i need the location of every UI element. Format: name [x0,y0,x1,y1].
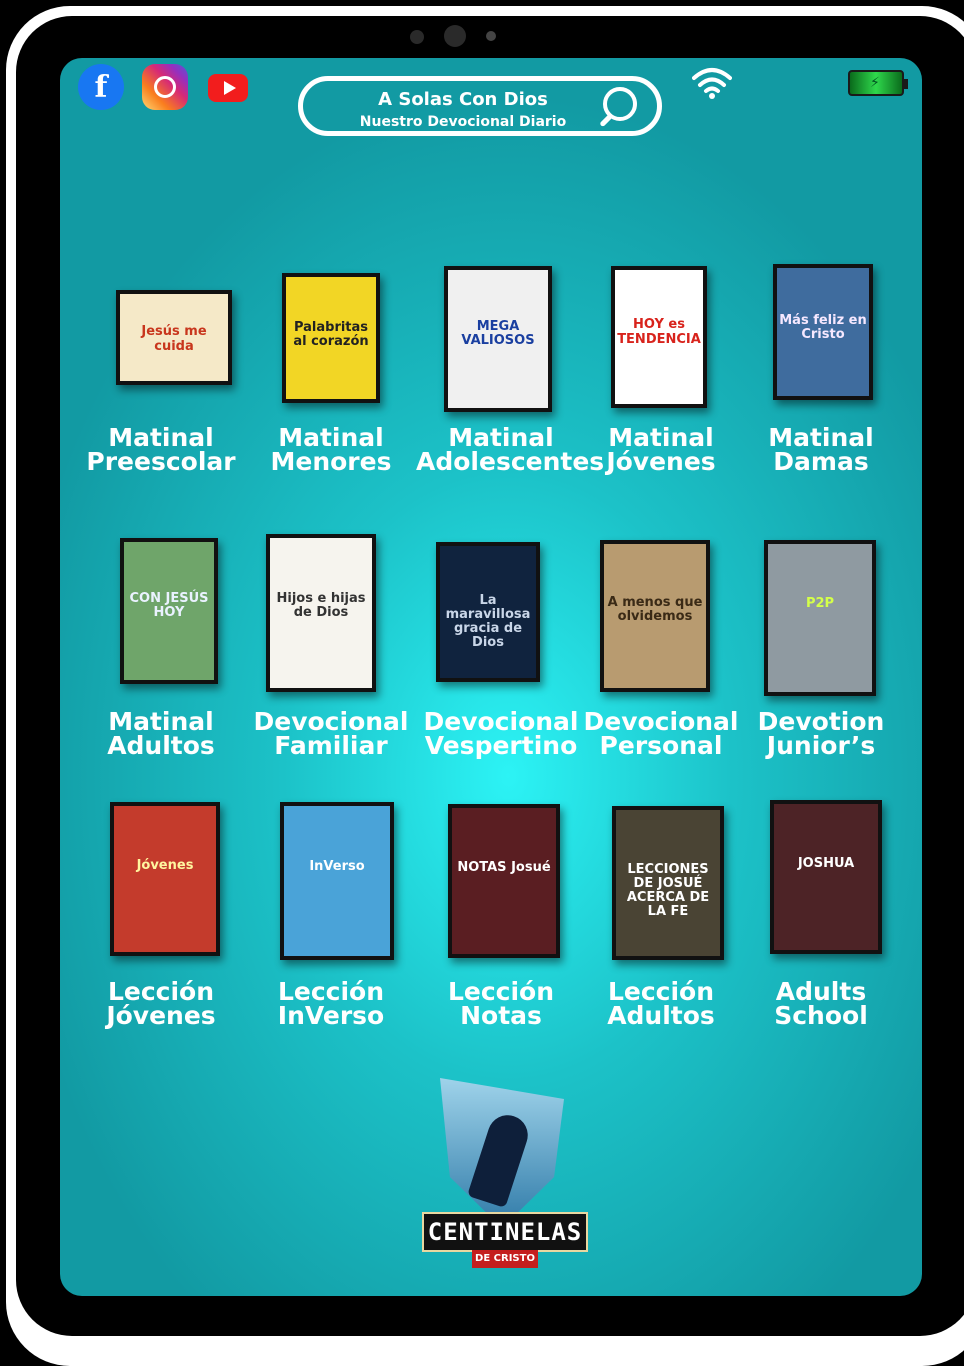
book-cover-title: NOTAS Josué [457,859,551,875]
book-label[interactable]: Devocional Personal [576,709,746,758]
book-label[interactable]: Matinal Jóvenes [576,425,746,474]
book-cover-title: La maravillosa gracia de Dios [445,592,531,651]
search-title: A Solas Con Dios [378,89,548,110]
youtube-icon[interactable] [208,74,248,102]
book-cover[interactable]: JOSHUA [770,800,882,954]
top-bar: f A Solas Con Dios Nuestro Devocional Di… [60,58,922,148]
book-cover[interactable]: A menos que olvidemos [600,540,710,692]
wifi-icon [692,68,732,99]
book-cover-title: LECCIONES DE JOSUÉ ACERCA DE LA FE [626,861,710,920]
book-label[interactable]: Devocional Vespertino [416,709,586,758]
book-label[interactable]: Adults School [736,979,906,1028]
book-cover[interactable]: Hijos e hijas de Dios [266,534,376,692]
book-cover-title: Jesús me cuida [141,324,207,354]
book-cover-title: JOSHUA [797,855,855,871]
camera-dot [410,30,424,44]
book-cover[interactable]: HOY es TENDENCIA [611,266,707,408]
logo-name: CENTINELAS [422,1212,588,1252]
book-label[interactable]: Devocional Familiar [246,709,416,758]
book-cover-title: P2P [805,596,835,612]
book-cover-title: CON JESÚS HOY [129,590,209,620]
book-label[interactable]: Lección Adultos [576,979,746,1028]
search-icon[interactable] [603,87,637,121]
book-cover-title: Hijos e hijas de Dios [276,591,366,621]
book-cover[interactable]: Jóvenes [110,802,220,956]
centinelas-logo: CENTINELAS DE CRISTO [422,1078,588,1268]
search-bar[interactable]: A Solas Con Dios Nuestro Devocional Diar… [298,76,662,136]
sensor-dot [486,31,496,41]
book-cover-title: Jóvenes [136,857,194,873]
book-cover[interactable]: NOTAS Josué [448,804,560,958]
book-cover[interactable]: LECCIONES DE JOSUÉ ACERCA DE LA FE [612,806,724,960]
search-subtitle: Nuestro Devocional Diario [359,114,567,130]
book-cover-title: HOY es TENDENCIA [617,317,701,347]
battery-icon: ⚡ [848,70,908,96]
book-cover-title: Palabritas al corazón [293,319,369,350]
book-cover[interactable]: La maravillosa gracia de Dios [436,542,540,682]
book-cover[interactable]: Más feliz en Cristo [773,264,873,400]
book-label[interactable]: Matinal Adolescentes [416,425,604,474]
book-cover[interactable]: Palabritas al corazón [282,273,380,403]
instagram-icon[interactable] [142,64,188,110]
book-cover-title: InVerso [309,859,365,874]
book-label[interactable]: Matinal Menores [246,425,416,474]
book-label[interactable]: Lección InVerso [246,979,416,1028]
book-cover[interactable]: InVerso [280,802,394,960]
book-label[interactable]: Devotion Junior’s [736,709,906,758]
book-cover[interactable]: P2P [764,540,876,696]
facebook-icon[interactable]: f [78,64,124,110]
book-cover[interactable]: MEGA VALIOSOS [444,266,552,412]
book-label[interactable]: Lección Notas [416,979,586,1028]
book-cover[interactable]: Jesús me cuida [116,290,232,385]
book-label[interactable]: Matinal Preescolar [76,425,246,474]
book-label[interactable]: Lección Jóvenes [76,979,246,1028]
book-cover-title: A menos que olvidemos [607,594,703,625]
logo-subtitle: DE CRISTO [472,1250,538,1268]
book-cover-title: MEGA VALIOSOS [461,318,535,348]
book-cover[interactable]: CON JESÚS HOY [120,538,218,684]
camera-lens [444,25,466,47]
book-label[interactable]: Matinal Damas [736,425,906,474]
book-label[interactable]: Matinal Adultos [76,709,246,758]
book-cover-title: Más feliz en Cristo [779,313,867,343]
app-screen: f A Solas Con Dios Nuestro Devocional Di… [60,58,922,1296]
